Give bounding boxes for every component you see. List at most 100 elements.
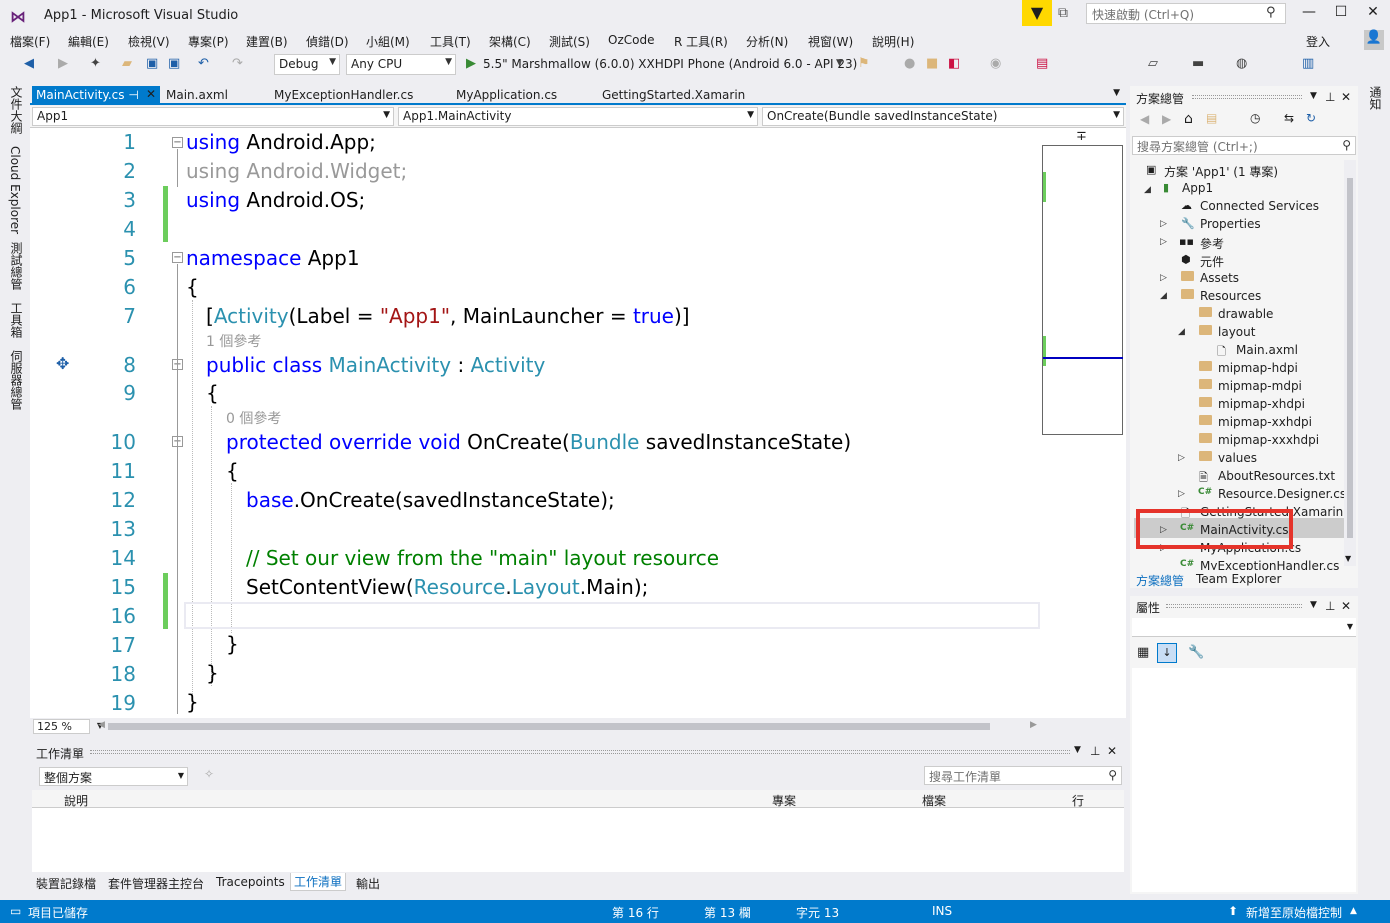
breakpoint-icon[interactable]: ● xyxy=(904,56,915,71)
close-icon[interactable]: ✕ xyxy=(1341,599,1351,613)
camera-icon[interactable]: ◉ xyxy=(990,56,1001,71)
tree-item-values[interactable]: values xyxy=(1218,451,1257,465)
scroll-left-icon[interactable]: ◀ xyxy=(98,720,105,730)
tab-notifications[interactable]: 通知 xyxy=(1367,86,1384,110)
quick-launch-input[interactable]: 快速啟動 (Ctrl+Q) xyxy=(1086,3,1286,24)
tree-item-mipmap-mdpi[interactable]: mipmap-mdpi xyxy=(1218,379,1302,393)
back-icon[interactable]: ◀ xyxy=(1140,112,1149,126)
menu-test[interactable]: 測試(S) xyxy=(549,33,590,50)
collapsed-icon[interactable]: ▷ xyxy=(1178,489,1185,499)
scroll-down-icon[interactable]: ▼ xyxy=(1345,554,1351,563)
scroll-right-icon[interactable]: ▶ xyxy=(1030,720,1037,730)
codelens-references[interactable]: 0 個參考 xyxy=(226,408,281,428)
pin-icon[interactable]: ⊥ xyxy=(1325,90,1335,104)
close-button[interactable]: ✕ xyxy=(1358,4,1388,26)
tab-overflow-chevron-icon[interactable]: ▼ xyxy=(1113,88,1120,98)
alphabetical-icon[interactable]: ↓ xyxy=(1157,643,1177,663)
zoom-level-select[interactable]: 125 % ▼ xyxy=(33,719,103,734)
forward-icon[interactable]: ▶ xyxy=(58,56,68,71)
codelens-references[interactable]: 1 個參考 xyxy=(206,331,261,351)
device-icon[interactable]: ▤ xyxy=(1036,56,1048,71)
scroll-thumb[interactable] xyxy=(1347,178,1353,538)
tree-item-aboutresources[interactable]: AboutResources.txt xyxy=(1218,469,1335,483)
tab-package-manager-console[interactable]: 套件管理器主控台 xyxy=(108,875,204,892)
menu-team[interactable]: 小組(M) xyxy=(366,33,410,50)
type-dropdown[interactable]: App1.MainActivity ▼ xyxy=(398,107,758,126)
tree-item-mipmap-xhdpi[interactable]: mipmap-xhdpi xyxy=(1218,397,1305,411)
sync-icon[interactable]: ⇆ xyxy=(1284,111,1294,125)
tree-item-main-axml[interactable]: Main.axml xyxy=(1236,343,1298,357)
task-search-input[interactable]: 搜尋工作清單 ⚲ xyxy=(924,766,1122,785)
bookmark-prev-icon[interactable]: ◧ xyxy=(948,56,960,71)
tab-myexceptionhandler[interactable]: MyExceptionHandler.cs xyxy=(270,86,417,104)
open-file-icon[interactable]: ▰ xyxy=(122,56,132,71)
maximize-button[interactable]: ☐ xyxy=(1326,4,1356,26)
collapsed-icon[interactable]: ▷ xyxy=(1160,273,1167,283)
menu-tools[interactable]: 工具(T) xyxy=(430,33,471,50)
task-scope-select[interactable]: 整個方案 ▼ xyxy=(39,767,188,786)
tree-item-mipmap-xxhdpi[interactable]: mipmap-xxhdpi xyxy=(1218,415,1312,429)
layout-icon[interactable]: ▥ xyxy=(1302,56,1314,71)
menu-analyze[interactable]: 分析(N) xyxy=(746,33,788,50)
code-editor[interactable] xyxy=(30,128,1126,718)
start-debugging-icon[interactable]: ▶ xyxy=(466,56,476,71)
chevron-up-icon[interactable]: ▲ xyxy=(1350,906,1357,916)
comment-icon[interactable]: ▱ xyxy=(1148,56,1158,71)
menu-view[interactable]: 檢視(V) xyxy=(128,33,170,50)
chevron-down-icon[interactable]: ▼ xyxy=(1074,745,1081,755)
tab-cloud-explorer[interactable]: Cloud Explorer xyxy=(8,146,22,234)
tab-team-explorer[interactable]: Team Explorer xyxy=(1196,572,1282,586)
column-project[interactable]: 專案 xyxy=(772,792,796,809)
pin-icon[interactable]: ⊥ xyxy=(1325,599,1335,613)
new-project-icon[interactable]: ✦ xyxy=(90,56,101,71)
pin-icon[interactable]: ⊣ xyxy=(128,88,138,102)
tab-toolbox[interactable]: 工具箱 xyxy=(8,302,25,338)
menu-project[interactable]: 專案(P) xyxy=(188,33,229,50)
menu-debug[interactable]: 偵錯(D) xyxy=(306,33,349,50)
minimize-button[interactable]: — xyxy=(1294,4,1324,26)
tab-gettingstarted[interactable]: GettingStarted.Xamarin xyxy=(598,86,749,104)
notification-filter-icon[interactable]: ▼ xyxy=(1022,0,1052,26)
solution-configuration-select[interactable]: Debug ▼ xyxy=(274,54,340,75)
solution-search-input[interactable]: 搜尋方案總管 (Ctrl+;) ⚲ xyxy=(1132,136,1356,155)
filter-icon[interactable]: ✧ xyxy=(204,767,214,781)
menu-architecture[interactable]: 架構(C) xyxy=(489,33,531,50)
horizontal-scroll-thumb[interactable] xyxy=(108,723,990,730)
undo-icon[interactable]: ↶ xyxy=(198,56,209,71)
tab-test-explorer[interactable]: 測試總管 xyxy=(8,242,25,290)
expanded-icon[interactable]: ◢ xyxy=(1144,185,1151,195)
tab-server-explorer[interactable]: 伺服器總管 xyxy=(8,350,25,410)
column-line[interactable]: 行 xyxy=(1072,792,1084,809)
toolbar-tool-icon[interactable]: ⚑ xyxy=(858,56,870,71)
save-icon[interactable]: ▣ xyxy=(146,56,158,71)
sign-in-link[interactable]: 登入 xyxy=(1306,33,1330,50)
tab-mainactivity[interactable]: MainActivity.cs ⊣ xyxy=(32,86,160,104)
property-pages-wrench-icon[interactable]: 🔧 xyxy=(1188,645,1204,660)
tree-item-solution[interactable]: 方案 'App1' (1 專案) xyxy=(1164,163,1278,180)
chevron-down-icon[interactable]: ▼ xyxy=(1310,91,1317,101)
tab-tracepoints[interactable]: Tracepoints xyxy=(216,875,285,889)
tree-item-properties[interactable]: Properties xyxy=(1200,217,1261,231)
tree-item-drawable[interactable]: drawable xyxy=(1218,307,1273,321)
project-dropdown[interactable]: App1 ▼ xyxy=(32,107,394,126)
tree-item-references[interactable]: 參考 xyxy=(1200,235,1224,252)
tree-item-project[interactable]: App1 xyxy=(1182,181,1213,195)
tree-item-connected-services[interactable]: Connected Services xyxy=(1200,199,1319,213)
tree-item-mipmap-xxxhdpi[interactable]: mipmap-xxxhdpi xyxy=(1218,433,1319,447)
redo-icon[interactable]: ↷ xyxy=(232,56,243,71)
scrollbar-map[interactable] xyxy=(1042,145,1123,435)
menu-edit[interactable]: 編輯(E) xyxy=(68,33,109,50)
split-editor-icon[interactable]: ∓ xyxy=(1076,129,1087,144)
solution-platform-select[interactable]: Any CPU ▼ xyxy=(346,54,456,75)
tree-item-components[interactable]: 元件 xyxy=(1200,253,1224,270)
close-icon[interactable]: ✕ xyxy=(1341,90,1351,104)
home-icon[interactable]: ⌂ xyxy=(1184,111,1193,127)
expanded-icon[interactable]: ◢ xyxy=(1178,327,1185,337)
feedback-icon[interactable]: ⧉ xyxy=(1058,5,1068,21)
user-avatar-icon[interactable]: 👤 xyxy=(1364,30,1384,50)
close-tab-icon[interactable]: ✕ xyxy=(146,87,156,101)
tree-item-layout[interactable]: layout xyxy=(1218,325,1255,339)
tree-item-assets[interactable]: Assets xyxy=(1200,271,1239,285)
android-icon[interactable]: ◍ xyxy=(1236,56,1247,71)
tab-output[interactable]: 輸出 xyxy=(356,875,380,892)
